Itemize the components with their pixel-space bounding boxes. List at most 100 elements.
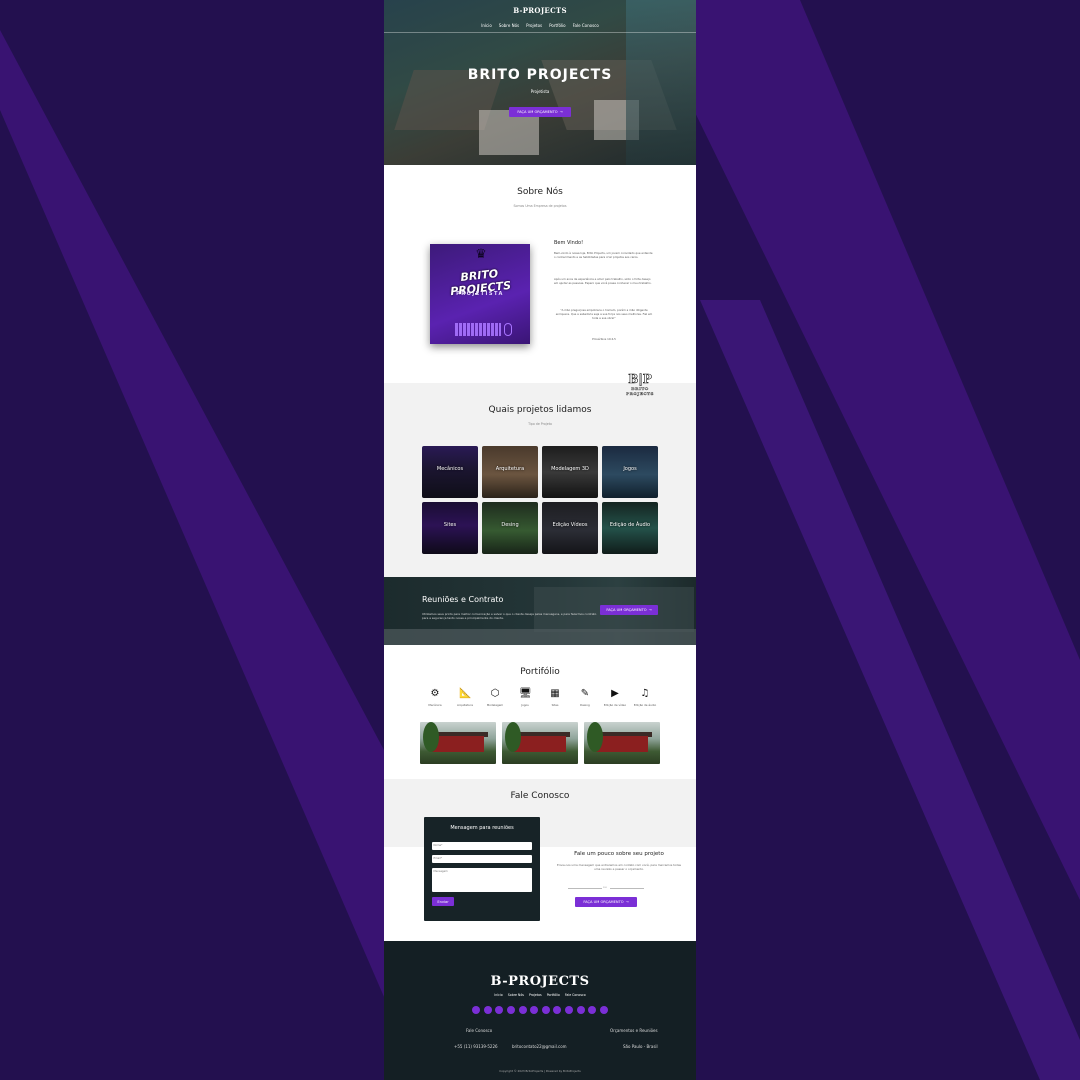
about-title: Sobre Nós — [517, 187, 563, 197]
welcome-heading: Bem Vindo! — [554, 240, 584, 246]
portfolio-filter-arquitetura[interactable]: 📐 Arquitetura — [450, 688, 480, 707]
project-tile-sites[interactable]: Sites — [422, 502, 478, 554]
main-nav: Início Sobre Nós Projetos Portfólio Fale… — [384, 23, 696, 28]
tile-label: Mecânicos — [436, 466, 464, 472]
divider-right — [610, 888, 644, 889]
social-icon[interactable] — [507, 1006, 516, 1014]
footer-logo[interactable]: B-PROJECTS — [384, 974, 696, 989]
project-tile-video[interactable]: Edição Vídeos — [542, 502, 598, 554]
contact-title: Fale Conosco — [510, 791, 570, 801]
footer-nav-portfolio[interactable]: Portfólio — [547, 993, 560, 997]
social-icon[interactable] — [472, 1006, 481, 1014]
compass-icon: 📐 — [459, 688, 472, 699]
portfolio-image-1[interactable] — [420, 722, 496, 764]
social-icon[interactable] — [518, 1006, 527, 1014]
site-logo[interactable]: B-PROJECTS — [384, 6, 696, 15]
portfolio-image-2[interactable] — [502, 722, 578, 764]
email-field[interactable]: Email* — [432, 855, 532, 863]
filter-label: Jogos — [521, 703, 529, 707]
portfolio-filter-modelagem[interactable]: ⬡ Modelagem — [480, 688, 510, 707]
crown-icon: ♛ — [475, 247, 487, 262]
contact-text: Envie-nos uma mensagem que entraremos em… — [556, 863, 682, 872]
footer-location: São Paulo - Brasil — [623, 1044, 658, 1049]
brand-cover-image: ♛ BRITO PROJECTS PROJETISTA — [430, 244, 530, 344]
watermark-text: BRITO PROJECTS — [626, 386, 654, 396]
social-icon[interactable] — [483, 1006, 492, 1014]
nav-item-sobre[interactable]: Sobre Nós — [499, 23, 519, 28]
social-icon[interactable] — [541, 1006, 550, 1014]
footer-nav-inicio[interactable]: Início — [494, 993, 502, 997]
audio-icon: ♫ — [640, 688, 650, 699]
gamepad-icon: 🖥 — [519, 688, 532, 699]
project-tile-jogos[interactable]: Jogos — [602, 446, 658, 498]
portfolio-filter-mecanica[interactable]: ⚙ Mecânica — [420, 688, 450, 707]
projects-subtitle: Tipo de Projeto — [528, 422, 552, 426]
footer-phone[interactable]: +55 (11) 93139-5226 — [454, 1044, 498, 1049]
divider-text: ou — [603, 885, 607, 889]
website-screenshot: B-PROJECTS Início Sobre Nós Projetos Por… — [384, 0, 696, 1080]
about-subtitle: Somos Uma Empresa de projetos — [513, 204, 567, 208]
footer-copyright: Copyright © 2023 BritoProjects | Powered… — [499, 1069, 581, 1073]
footer-nav-sobre[interactable]: Sobre Nós — [508, 993, 524, 997]
footer-nav-fale[interactable]: Fale Conosco — [565, 993, 586, 997]
social-icon[interactable] — [564, 1006, 573, 1014]
form-title: Mensagem para reuniões — [450, 825, 514, 831]
filter-label: Sites — [551, 703, 559, 707]
footer-email[interactable]: britocontato22@gmail.com — [512, 1044, 567, 1049]
nav-item-fale[interactable]: Fale Conosco — [573, 23, 599, 28]
portfolio-filter-audio[interactable]: ♫ Edição de áudio — [630, 688, 660, 707]
filter-label: Edição de vídeo — [603, 703, 627, 707]
message-field[interactable]: Mensagem — [432, 868, 532, 892]
portfolio-filter-jogos[interactable]: 🖥 Jogos — [510, 688, 540, 707]
portfolio-filter-sites[interactable]: ▦ Sites — [540, 688, 570, 707]
video-icon: ▶ — [611, 688, 619, 699]
project-tile-modelagem[interactable]: Modelagem 3D — [542, 446, 598, 498]
cover-subtitle: PROJETISTA — [456, 291, 504, 297]
tile-label: Arquitetura — [495, 466, 525, 472]
arrow-right-icon: → — [625, 900, 629, 904]
send-button[interactable]: Enviar — [432, 897, 454, 906]
footer-nav: Início Sobre Nós Projetos Portfólio Fale… — [384, 993, 696, 997]
contact-heading: Fale um pouco sobre seu projeto — [574, 851, 664, 857]
project-tile-desing[interactable]: Desing — [482, 502, 538, 554]
social-icon[interactable] — [553, 1006, 562, 1014]
tile-label: Desing — [501, 522, 519, 528]
meetings-text: Utilizamos seus prints para melhor comun… — [422, 612, 597, 621]
project-tile-audio[interactable]: Edição de Áudio — [602, 502, 658, 554]
filter-label: Mecânica — [428, 703, 442, 707]
name-field[interactable]: Nome* — [432, 842, 532, 850]
meetings-cta-label: FAÇA UM ORÇAMENTO — [606, 608, 647, 612]
project-tile-mecanicos[interactable]: Mecânicos — [422, 446, 478, 498]
website-icon: ▦ — [550, 688, 560, 699]
social-icon[interactable] — [576, 1006, 585, 1014]
meetings-cta-button[interactable]: FAÇA UM ORÇAMENTO → — [600, 605, 658, 615]
portfolio-filter-desing[interactable]: ✎ Desing — [570, 688, 600, 707]
footer-nav-projetos[interactable]: Projetos — [529, 993, 542, 997]
portfolio-filter-video[interactable]: ▶ Edição de vídeo — [600, 688, 630, 707]
about-paragraph-2: Após um anos de experiência e amor pelo … — [554, 277, 652, 286]
design-icon: ✎ — [580, 688, 590, 699]
hero-cta-label: FAÇA UM ORÇAMENTO — [517, 110, 558, 114]
social-icon[interactable] — [530, 1006, 539, 1014]
mouse-icon — [504, 323, 512, 336]
filter-label: Modelagem — [486, 703, 504, 707]
contact-cta-button[interactable]: FAÇA UM ORÇAMENTO → — [575, 897, 637, 907]
social-icon[interactable] — [495, 1006, 504, 1014]
hero-cta-button[interactable]: FAÇA UM ORÇAMENTO → — [509, 107, 571, 117]
portfolio-image-3[interactable] — [584, 722, 660, 764]
keyboard-icon — [455, 323, 501, 336]
nav-item-portfolio[interactable]: Portfólio — [549, 23, 565, 28]
social-icon[interactable] — [599, 1006, 608, 1014]
tile-label: Sites — [443, 522, 457, 528]
nav-item-projetos[interactable]: Projetos — [526, 23, 542, 28]
meetings-title: Reuniões e Contrato — [422, 595, 504, 604]
social-icon[interactable] — [588, 1006, 597, 1014]
gears-icon: ⚙ — [430, 688, 440, 699]
project-tile-arquitetura[interactable]: Arquitetura — [482, 446, 538, 498]
hero-subtitle: Projetista — [530, 89, 550, 94]
watermark-mark: B|P — [628, 372, 652, 387]
tile-label: Jogos — [623, 466, 637, 472]
arrow-right-icon: → — [648, 608, 652, 612]
cube-icon: ⬡ — [490, 688, 500, 699]
nav-item-inicio[interactable]: Início — [481, 23, 492, 28]
